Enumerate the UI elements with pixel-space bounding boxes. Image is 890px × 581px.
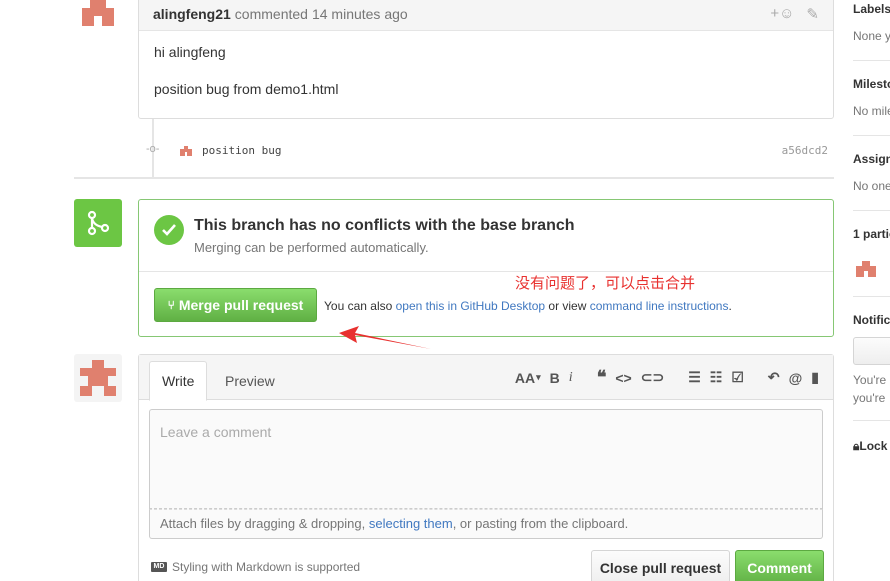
quote-icon[interactable]: ❝: [597, 367, 607, 388]
sidebar-divider: [853, 210, 890, 211]
sidebar-assignees-heading[interactable]: Assignees: [853, 152, 890, 166]
sidebar-labels-heading[interactable]: Labels: [853, 2, 890, 16]
notifications-text: you're: [853, 391, 886, 405]
merge-subtitle: Merging can be performed automatically.: [194, 240, 429, 255]
avatar[interactable]: [74, 354, 122, 402]
header-text-icon[interactable]: AA: [515, 370, 535, 386]
lock-conversation-link[interactable]: 🔒︎Lock: [853, 439, 887, 454]
tab-write[interactable]: Write: [149, 361, 208, 401]
avatar[interactable]: [74, 0, 122, 34]
commit-sha[interactable]: a56dcd2: [782, 144, 828, 157]
sidebar-milestone-value: No milestone: [853, 104, 890, 118]
sidebar-participants-heading: 1 participant: [853, 227, 890, 241]
command-line-link[interactable]: command line instructions: [590, 299, 729, 313]
bookmark-icon[interactable]: ▮: [811, 369, 819, 386]
comment-action: commented: [234, 5, 308, 22]
merge-button-label: Merge pull request: [178, 297, 304, 313]
task-list-icon[interactable]: ☑: [731, 369, 744, 386]
merge-title: This branch has no conflicts with the ba…: [194, 217, 575, 234]
merge-actions: ⑂ Merge pull request You can also open t…: [139, 272, 833, 336]
sidebar-assignees-value: No one assigned: [853, 179, 890, 193]
sidebar: Labels None yet Milestone No milestone A…: [853, 0, 890, 581]
edit-pencil-icon[interactable]: ✎: [806, 5, 819, 23]
chevron-down-icon[interactable]: ▾: [536, 372, 541, 383]
merge-help-middle: or view: [548, 299, 587, 313]
comment-line: hi alingfeng: [154, 44, 226, 60]
new-comment-form: Write Preview AA ▾ B i ❝ <> ⊂⊃ ☰ ☷ ☑ ↶ @…: [138, 354, 834, 581]
tab-preview[interactable]: Preview: [213, 361, 287, 401]
comment-author[interactable]: alingfeng21: [153, 6, 231, 22]
reply-icon[interactable]: ↶: [768, 369, 780, 386]
sidebar-divider: [853, 135, 890, 136]
merge-pull-request-button[interactable]: ⑂ Merge pull request: [154, 288, 317, 322]
link-icon[interactable]: ⊂⊃: [641, 369, 664, 386]
sidebar-divider: [853, 420, 890, 421]
markdown-note[interactable]: MD Styling with Markdown is supported: [151, 560, 360, 574]
close-pull-request-button[interactable]: Close pull request: [591, 550, 730, 581]
participant-avatar[interactable]: [853, 255, 879, 281]
merge-box: This branch has no conflicts with the ba…: [138, 199, 834, 337]
merge-help-suffix: .: [728, 299, 732, 313]
mention-icon[interactable]: @: [789, 370, 803, 386]
lock-label: Lock: [859, 439, 888, 453]
comment-button[interactable]: Comment: [735, 550, 824, 581]
sidebar-notifications-heading: Notifications: [853, 313, 890, 327]
merge-help-text: You can also open this in GitHub Desktop…: [324, 299, 732, 313]
commit-dot-icon: -o-: [146, 143, 160, 155]
attach-suffix: , or pasting from the clipboard.: [452, 516, 629, 531]
numbered-list-icon[interactable]: ☷: [710, 369, 723, 386]
sidebar-milestone-heading[interactable]: Milestone: [853, 77, 890, 91]
comment-box: alingfeng21 commented 14 minutes ago +☺ …: [138, 0, 834, 119]
timeline-separator: [74, 177, 834, 179]
sidebar-labels-value: None yet: [853, 29, 890, 43]
selecting-them-link[interactable]: selecting them: [369, 516, 453, 531]
notifications-text: You're: [853, 373, 887, 387]
sidebar-divider: [853, 60, 890, 61]
sidebar-divider: [853, 296, 890, 297]
bulleted-list-icon[interactable]: ☰: [688, 369, 701, 386]
comment-body: hi alingfeng position bug from demo1.htm…: [139, 31, 833, 129]
comment-textarea[interactable]: Leave a comment: [149, 409, 823, 509]
form-tabs: Write Preview AA ▾ B i ❝ <> ⊂⊃ ☰ ☷ ☑ ↶ @…: [139, 355, 833, 401]
markdown-icon: MD: [151, 562, 167, 572]
merge-status: This branch has no conflicts with the ba…: [139, 200, 833, 272]
attach-prefix: Attach files by dragging & dropping,: [160, 516, 366, 531]
check-icon: [154, 215, 184, 245]
git-merge-icon: ⑂: [167, 298, 175, 312]
git-merge-icon: [74, 199, 122, 247]
open-in-desktop-link[interactable]: open this in GitHub Desktop: [396, 299, 545, 313]
add-reaction-icon[interactable]: +☺: [770, 5, 794, 22]
comment-time[interactable]: 14 minutes ago: [312, 6, 408, 22]
markdown-note-text: Styling with Markdown is supported: [172, 560, 361, 574]
italic-icon[interactable]: i: [569, 370, 573, 386]
merge-help-prefix: You can also: [324, 299, 393, 313]
attach-files-dropzone[interactable]: Attach files by dragging & dropping, sel…: [149, 509, 823, 539]
commit-message[interactable]: position bug: [202, 144, 281, 157]
commit-row: position bug a56dcd2: [178, 141, 828, 159]
commit-avatar[interactable]: [178, 142, 194, 158]
subscribe-button[interactable]: [853, 337, 890, 365]
comment-header: alingfeng21 commented 14 minutes ago +☺ …: [139, 0, 833, 31]
annotation-text: 没有问题了，可以点击合并: [515, 274, 696, 292]
code-icon[interactable]: <>: [615, 370, 631, 386]
comment-line: position bug from demo1.html: [154, 81, 339, 97]
bold-icon[interactable]: B: [550, 370, 560, 386]
annotation-arrow-icon: [339, 326, 431, 349]
markdown-toolbar: AA ▾ B i ❝ <> ⊂⊃ ☰ ☷ ☑ ↶ @ ▮: [506, 367, 819, 388]
